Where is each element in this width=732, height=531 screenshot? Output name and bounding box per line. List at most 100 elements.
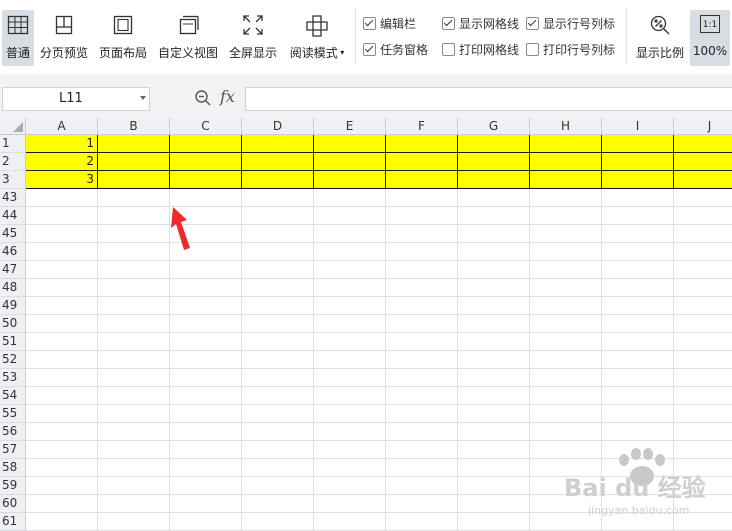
row-header-53[interactable]: 53 [0, 369, 26, 387]
cell-a54[interactable] [26, 387, 98, 405]
cell-i50[interactable] [602, 315, 674, 333]
cell-f57[interactable] [386, 441, 458, 459]
cell-c48[interactable] [170, 279, 242, 297]
cell-h49[interactable] [530, 297, 602, 315]
cell-c60[interactable] [170, 495, 242, 513]
cell-a51[interactable] [26, 333, 98, 351]
cell-e58[interactable] [314, 459, 386, 477]
cell-a60[interactable] [26, 495, 98, 513]
cell-f60[interactable] [386, 495, 458, 513]
cell-b56[interactable] [98, 423, 170, 441]
cell-j46[interactable] [674, 243, 732, 261]
cell-e56[interactable] [314, 423, 386, 441]
cell-c55[interactable] [170, 405, 242, 423]
cell-h55[interactable] [530, 405, 602, 423]
cell-d2[interactable] [242, 153, 314, 171]
cell-e53[interactable] [314, 369, 386, 387]
cell-d44[interactable] [242, 207, 314, 225]
cell-i1[interactable] [602, 135, 674, 153]
formula-bar-checkbox[interactable]: 编辑栏 [363, 15, 416, 32]
cell-g47[interactable] [458, 261, 530, 279]
cell-d45[interactable] [242, 225, 314, 243]
cell-c54[interactable] [170, 387, 242, 405]
cell-a61[interactable] [26, 513, 98, 531]
cell-j56[interactable] [674, 423, 732, 441]
cell-c56[interactable] [170, 423, 242, 441]
cell-b50[interactable] [98, 315, 170, 333]
cell-g60[interactable] [458, 495, 530, 513]
row-header-3[interactable]: 3 [0, 171, 26, 189]
cell-g52[interactable] [458, 351, 530, 369]
print-gridlines-checkbox[interactable]: 打印网格线 [442, 41, 519, 58]
cell-b57[interactable] [98, 441, 170, 459]
fx-icon[interactable]: fx [220, 87, 235, 106]
cell-c2[interactable] [170, 153, 242, 171]
row-header-55[interactable]: 55 [0, 405, 26, 423]
cell-h50[interactable] [530, 315, 602, 333]
cell-d48[interactable] [242, 279, 314, 297]
row-header-50[interactable]: 50 [0, 315, 26, 333]
row-header-47[interactable]: 47 [0, 261, 26, 279]
cell-e57[interactable] [314, 441, 386, 459]
row-header-49[interactable]: 49 [0, 297, 26, 315]
cell-d53[interactable] [242, 369, 314, 387]
row-header-58[interactable]: 58 [0, 459, 26, 477]
cell-e54[interactable] [314, 387, 386, 405]
cell-e45[interactable] [314, 225, 386, 243]
cell-b51[interactable] [98, 333, 170, 351]
cell-e52[interactable] [314, 351, 386, 369]
cell-d46[interactable] [242, 243, 314, 261]
cell-f47[interactable] [386, 261, 458, 279]
cell-e48[interactable] [314, 279, 386, 297]
cell-a59[interactable] [26, 477, 98, 495]
cell-e44[interactable] [314, 207, 386, 225]
print-headings-checkbox[interactable]: 打印行号列标 [526, 41, 615, 58]
cell-e1[interactable] [314, 135, 386, 153]
cell-b43[interactable] [98, 189, 170, 207]
cell-f61[interactable] [386, 513, 458, 531]
cell-h51[interactable] [530, 333, 602, 351]
cell-d43[interactable] [242, 189, 314, 207]
cell-i46[interactable] [602, 243, 674, 261]
cell-a50[interactable] [26, 315, 98, 333]
cell-b49[interactable] [98, 297, 170, 315]
cell-i54[interactable] [602, 387, 674, 405]
cell-b60[interactable] [98, 495, 170, 513]
cell-c59[interactable] [170, 477, 242, 495]
column-header-f[interactable]: F [386, 118, 458, 135]
cell-a1[interactable]: 1 [26, 135, 98, 153]
cell-f50[interactable] [386, 315, 458, 333]
cell-e46[interactable] [314, 243, 386, 261]
page-break-preview-button[interactable]: 分页预览 [38, 10, 90, 66]
cell-d61[interactable] [242, 513, 314, 531]
row-header-52[interactable]: 52 [0, 351, 26, 369]
cell-d3[interactable] [242, 171, 314, 189]
cell-h46[interactable] [530, 243, 602, 261]
cell-e61[interactable] [314, 513, 386, 531]
cell-h3[interactable] [530, 171, 602, 189]
cell-g48[interactable] [458, 279, 530, 297]
zoom-button[interactable]: 显示比例 [633, 10, 687, 66]
cell-c52[interactable] [170, 351, 242, 369]
cell-c58[interactable] [170, 459, 242, 477]
row-header-45[interactable]: 45 [0, 225, 26, 243]
task-pane-checkbox[interactable]: 任务窗格 [363, 41, 428, 58]
cell-g53[interactable] [458, 369, 530, 387]
column-header-c[interactable]: C [170, 118, 242, 135]
cell-j48[interactable] [674, 279, 732, 297]
cell-f3[interactable] [386, 171, 458, 189]
column-header-d[interactable]: D [242, 118, 314, 135]
cell-d1[interactable] [242, 135, 314, 153]
cell-g59[interactable] [458, 477, 530, 495]
zoom-magnifier-icon[interactable] [194, 89, 212, 111]
cell-i43[interactable] [602, 189, 674, 207]
column-header-a[interactable]: A [26, 118, 98, 135]
row-header-46[interactable]: 46 [0, 243, 26, 261]
cell-g51[interactable] [458, 333, 530, 351]
row-header-1[interactable]: 1 [0, 135, 26, 153]
cell-f58[interactable] [386, 459, 458, 477]
column-header-g[interactable]: G [458, 118, 530, 135]
cell-i53[interactable] [602, 369, 674, 387]
cell-g49[interactable] [458, 297, 530, 315]
cell-j2[interactable] [674, 153, 732, 171]
